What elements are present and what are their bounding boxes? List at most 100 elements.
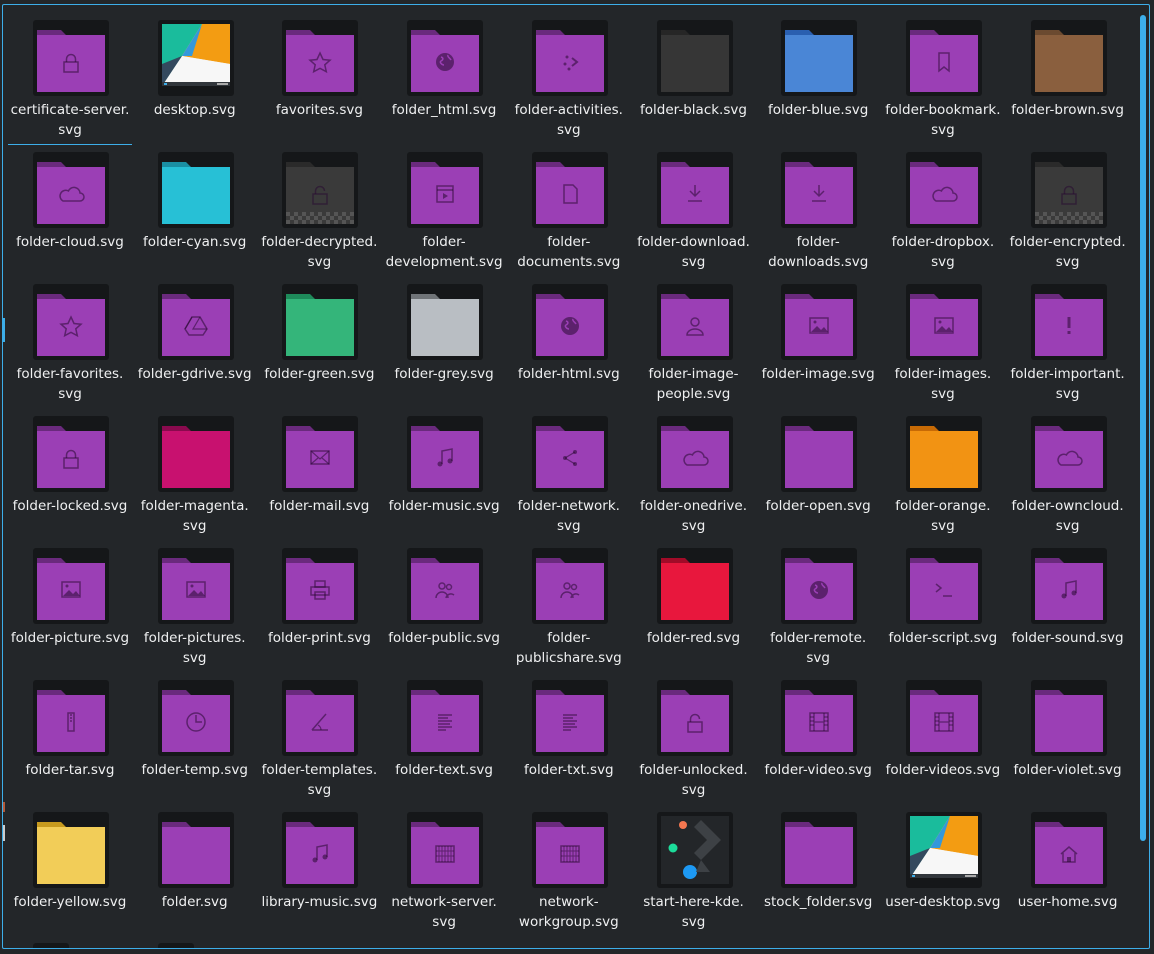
file-item-start-here-kde[interactable]: start-here-kde. svg <box>632 807 756 937</box>
wallpaper-icon <box>157 20 234 96</box>
file-item-folder-download[interactable]: folder-download. svg <box>632 147 756 277</box>
file-name-label: folder- publicshare.svg <box>515 630 622 666</box>
file-item-folder-development[interactable]: folder- development.svg <box>382 147 506 277</box>
file-item-folder-script[interactable]: folder-script.svg <box>881 543 1005 673</box>
music-icon <box>282 812 359 888</box>
file-name-label: folder-print.svg <box>267 630 371 646</box>
file-item-certificate-server[interactable]: certificate-server. svg <box>8 15 132 145</box>
file-item-folder-gdrive[interactable]: folder-gdrive.svg <box>133 279 257 409</box>
file-item-folder-unlocked[interactable]: folder-unlocked. svg <box>632 675 756 805</box>
file-item-folder-cloud[interactable]: folder-cloud.svg <box>8 147 132 277</box>
file-name-label: folder_html.svg <box>391 102 497 118</box>
file-item-network-server[interactable]: network-server. svg <box>382 807 506 937</box>
file-item-user-desktop[interactable]: user-desktop.svg <box>881 807 1005 937</box>
cloud-icon <box>33 152 109 228</box>
file-item-folder-owncloud[interactable]: folder-owncloud. svg <box>1006 411 1130 541</box>
file-name-label: folder-public.svg <box>388 630 500 646</box>
people-icon <box>407 548 484 624</box>
file-item-network-workgroup[interactable]: network- workgroup.svg <box>507 807 631 937</box>
template-icon <box>282 680 359 756</box>
folder-icon <box>157 812 234 888</box>
scrollbar-thumb[interactable] <box>1140 15 1146 841</box>
file-name-label: folder-sound.svg <box>1011 630 1124 646</box>
file-name-label: desktop.svg <box>153 102 236 118</box>
file-name-label: stock_folder.svg <box>763 894 873 910</box>
file-item-folder-mail[interactable]: folder-mail.svg <box>257 411 381 541</box>
file-item-folder-green[interactable]: folder-green.svg <box>257 279 381 409</box>
file-name-label: folder-magenta. svg <box>140 498 249 534</box>
lock-icon <box>33 416 109 492</box>
file-name-label: folder-txt.svg <box>523 762 614 778</box>
file-item-desktop[interactable]: desktop.svg <box>133 15 257 145</box>
file-item-folder-temp[interactable]: folder-temp.svg <box>133 675 257 805</box>
file-item-folder-image-people[interactable]: folder-image- people.svg <box>632 279 756 409</box>
file-item-folder-sound[interactable]: folder-sound.svg <box>1006 543 1130 673</box>
file-item-folder-decrypted[interactable]: folder-decrypted. svg <box>257 147 381 277</box>
file-item-folder-magenta[interactable]: folder-magenta. svg <box>133 411 257 541</box>
file-item-folder-downloads[interactable]: folder- downloads.svg <box>756 147 880 277</box>
file-item-folder-images[interactable]: folder-images. svg <box>881 279 1005 409</box>
image-icon <box>157 548 234 624</box>
file-item-folder-grey[interactable]: folder-grey.svg <box>382 279 506 409</box>
file-item-folder-cyan[interactable]: folder-cyan.svg <box>133 147 257 277</box>
file-item-folder-public[interactable]: folder-public.svg <box>382 543 506 673</box>
cloud-icon <box>656 416 733 492</box>
file-item-folder-text[interactable]: folder-text.svg <box>382 675 506 805</box>
globe-icon <box>781 548 858 624</box>
file-item-folder-tar[interactable]: folder-tar.svg <box>8 675 132 805</box>
file-item-folder-yellow[interactable]: folder-yellow.svg <box>8 807 132 937</box>
file-item-folder-dropbox[interactable]: folder-dropbox. svg <box>881 147 1005 277</box>
file-item-folder-print[interactable]: folder-print.svg <box>257 543 381 673</box>
file-item-folder-txt[interactable]: folder-txt.svg <box>507 675 631 805</box>
file-name-label: start-here-kde. svg <box>643 894 744 930</box>
file-item-folder-orange[interactable]: folder-orange. svg <box>881 411 1005 541</box>
file-item-library-music[interactable]: library-music.svg <box>257 807 381 937</box>
partial-icon-tile[interactable] <box>158 943 194 948</box>
file-item-user-home[interactable]: user-home.svg <box>1006 807 1130 937</box>
folder-icon <box>33 812 109 888</box>
file-item-folder-html[interactable]: folder-html.svg <box>507 279 631 409</box>
file-name-label: folder- documents.svg <box>517 234 621 270</box>
film-icon <box>905 680 982 756</box>
file-item-favorites[interactable]: favorites.svg <box>257 15 381 145</box>
file-item-folder-locked[interactable]: folder-locked.svg <box>8 411 132 541</box>
file-name-label: folder-mail.svg <box>269 498 370 514</box>
partial-icon-tile[interactable] <box>33 943 69 948</box>
file-item-folder-important[interactable]: folder-important. svg <box>1006 279 1130 409</box>
file-item-folder-onedrive[interactable]: folder-onedrive. svg <box>632 411 756 541</box>
file-item-folder-pictures[interactable]: folder-pictures. svg <box>133 543 257 673</box>
file-item-folder-remote[interactable]: folder-remote. svg <box>756 543 880 673</box>
file-name-label: folder-text.svg <box>395 762 493 778</box>
file-item-folder-black[interactable]: folder-black.svg <box>632 15 756 145</box>
activities-icon <box>531 20 608 96</box>
file-item-folder-publicshare[interactable]: folder- publicshare.svg <box>507 543 631 673</box>
file-item-folder-video[interactable]: folder-video.svg <box>756 675 880 805</box>
file-item-folder-bookmark[interactable]: folder-bookmark. svg <box>881 15 1005 145</box>
file-item-folder-network[interactable]: folder-network. svg <box>507 411 631 541</box>
file-item-folder-activities[interactable]: folder-activities. svg <box>507 15 631 145</box>
file-name-label: folder.svg <box>161 894 228 910</box>
file-item-folder-videos[interactable]: folder-videos.svg <box>881 675 1005 805</box>
file-name-label: folder-network. svg <box>517 498 620 534</box>
file-item-folder-violet[interactable]: folder-violet.svg <box>1006 675 1130 805</box>
file-item-folder-music[interactable]: folder-music.svg <box>382 411 506 541</box>
file-item-folder-open[interactable]: folder-open.svg <box>756 411 880 541</box>
file-item-folder-documents[interactable]: folder- documents.svg <box>507 147 631 277</box>
file-item-folder-brown[interactable]: folder-brown.svg <box>1006 15 1130 145</box>
file-item-folder-picture[interactable]: folder-picture.svg <box>8 543 132 673</box>
file-item-folder-blue[interactable]: folder-blue.svg <box>756 15 880 145</box>
file-item-stock-folder[interactable]: stock_folder.svg <box>756 807 880 937</box>
vertical-scrollbar[interactable] <box>1140 15 1146 941</box>
file-item-folder-red[interactable]: folder-red.svg <box>632 543 756 673</box>
file-item-folder[interactable]: folder.svg <box>133 807 257 937</box>
file-item-folder-html[interactable]: folder_html.svg <box>382 15 506 145</box>
folder-icon <box>656 20 733 96</box>
star-icon <box>33 284 109 360</box>
terminal-icon <box>905 548 982 624</box>
file-item-folder-templates[interactable]: folder-templates. svg <box>257 675 381 805</box>
file-item-folder-favorites[interactable]: folder-favorites. svg <box>8 279 132 409</box>
file-item-folder-encrypted[interactable]: folder-encrypted. svg <box>1006 147 1130 277</box>
file-item-folder-image[interactable]: folder-image.svg <box>756 279 880 409</box>
star-icon <box>282 20 359 96</box>
gdrive-icon <box>157 284 234 360</box>
